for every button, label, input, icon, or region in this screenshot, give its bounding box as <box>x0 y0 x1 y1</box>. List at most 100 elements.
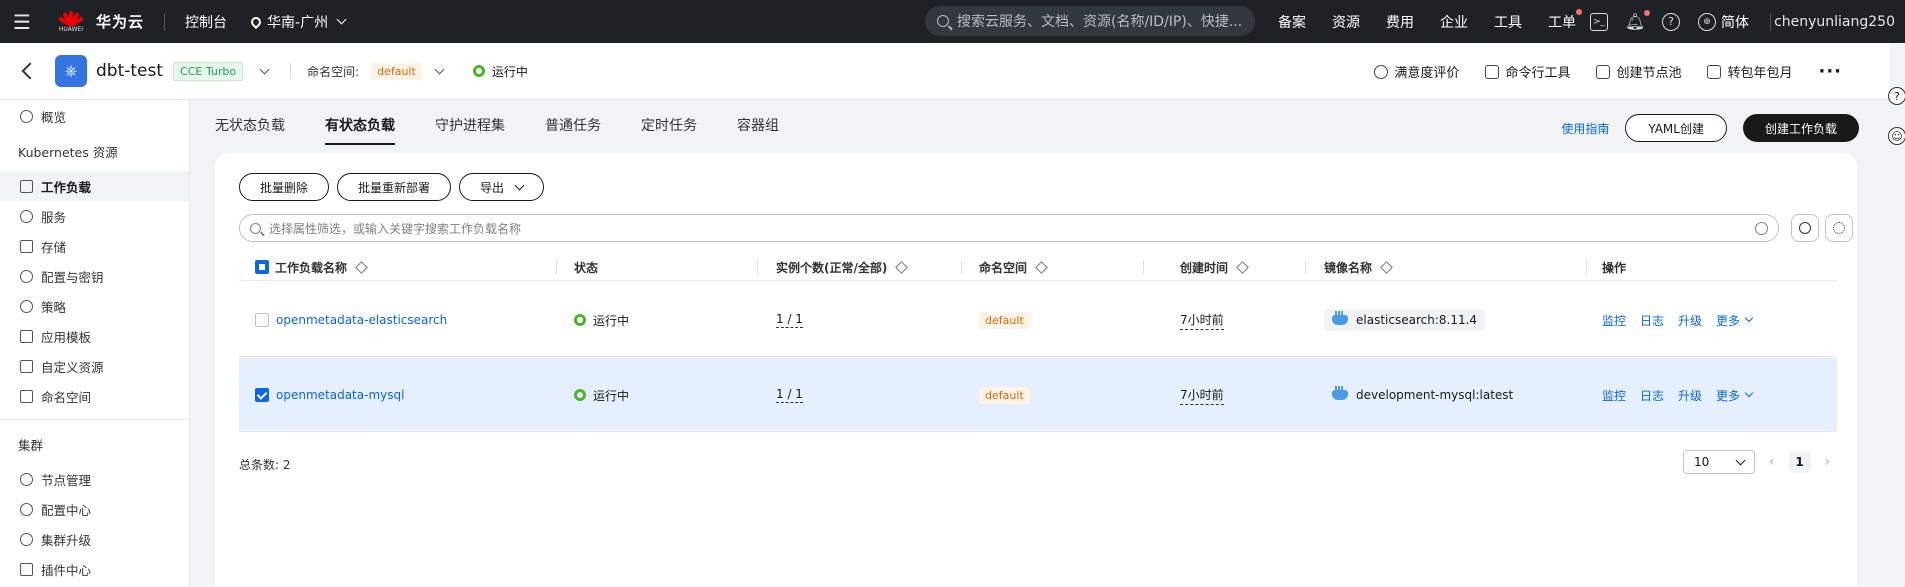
select-all-checkbox[interactable] <box>255 260 269 274</box>
refresh-button[interactable] <box>1791 214 1819 242</box>
upgrade-link[interactable]: 升级 <box>1678 387 1702 404</box>
sidebar-item-nodes[interactable]: 节点管理 <box>0 464 189 494</box>
tab-statefulsets[interactable]: 有状态负载 <box>325 100 395 145</box>
chevron-down-icon <box>336 14 347 25</box>
running-status-icon <box>574 314 586 326</box>
instances-cell: 1 / 1 <box>776 312 803 328</box>
help-icon[interactable]: ? <box>1888 87 1905 105</box>
filter-icon[interactable] <box>355 260 368 274</box>
workload-name-link[interactable]: openmetadata-mysql <box>276 388 404 402</box>
nav-billing[interactable]: 费用 <box>1386 12 1414 32</box>
node-icon <box>20 472 33 486</box>
monitor-link[interactable]: 监控 <box>1602 387 1626 404</box>
sidebar-item-storage[interactable]: 存储 <box>0 231 189 261</box>
tab-daemonsets[interactable]: 守护进程集 <box>435 100 505 145</box>
namespace-chevron-icon[interactable] <box>434 64 445 74</box>
console-link[interactable]: 控制台 <box>185 12 227 32</box>
settings-icon <box>20 502 33 516</box>
column-settings-button[interactable] <box>1825 214 1853 242</box>
workload-icon <box>20 179 33 193</box>
total-count: 总条数: 2 <box>239 458 291 472</box>
header-instances: 实例个数(正常/全部) <box>776 253 909 281</box>
sidebar-item-workloads[interactable]: 工作负载 <box>0 171 189 201</box>
current-page[interactable]: 1 <box>1788 451 1811 473</box>
workload-list-card: 批量删除 批量重新部署 导出 选择属性筛选，或输入关键字搜索工作负载名称 工作负… <box>215 153 1857 587</box>
bell-icon[interactable]: 🔔︎ <box>1625 9 1650 31</box>
sidebar-group-cluster: 集群 <box>18 437 44 453</box>
cli-tools-button[interactable]: 命令行工具 <box>1485 62 1570 81</box>
sidebar-item-addons[interactable]: 插件中心 <box>0 554 189 584</box>
top-navbar: ☰ HUAWEI 华为云 控制台 华南-广州 搜索云服务、文档、资源(名称/ID… <box>0 0 1905 43</box>
tab-cronjobs[interactable]: 定时任务 <box>641 100 697 145</box>
huawei-cloud-logo[interactable]: HUAWEI 华为云 <box>56 7 144 37</box>
search-icon <box>250 222 261 234</box>
tab-pods[interactable]: 容器组 <box>737 100 779 145</box>
batch-delete-button[interactable]: 批量删除 <box>239 173 330 201</box>
logs-link[interactable]: 日志 <box>1640 387 1664 404</box>
sidebar-item-services[interactable]: 服务 <box>0 201 189 231</box>
nav-resources[interactable]: 资源 <box>1332 12 1360 32</box>
cluster-switch-chevron-icon[interactable] <box>259 64 270 74</box>
monitor-link[interactable]: 监控 <box>1602 312 1626 329</box>
cluster-name: dbt-test <box>96 61 164 81</box>
nav-tickets[interactable]: 工单 <box>1548 8 1582 32</box>
filter-icon[interactable] <box>1035 260 1048 274</box>
search-filter-input[interactable]: 选择属性筛选，或输入关键字搜索工作负载名称 <box>239 214 1779 242</box>
header-operations: 操作 <box>1602 260 1627 275</box>
convert-subscription-button[interactable]: 转包年包月 <box>1707 62 1792 81</box>
region-selector[interactable]: 华南-广州 <box>248 12 347 32</box>
nav-filing[interactable]: 备案 <box>1278 12 1306 32</box>
back-arrow-icon[interactable] <box>21 62 39 80</box>
region-label: 华南-广州 <box>267 14 329 31</box>
gear-icon <box>1833 222 1845 234</box>
sidebar-item-config-center[interactable]: 配置中心 <box>0 494 189 524</box>
user-guide-link[interactable]: 使用指南 <box>1561 120 1609 137</box>
more-dropdown[interactable]: 更多 <box>1716 312 1754 329</box>
feedback-smile-icon[interactable]: ☺ <box>1888 127 1905 145</box>
filter-icon[interactable] <box>895 260 909 274</box>
next-page-icon[interactable]: › <box>1825 454 1831 470</box>
more-dropdown[interactable]: 更多 <box>1716 387 1754 404</box>
menu-icon[interactable]: ☰ <box>0 0 44 43</box>
row-checkbox[interactable] <box>255 313 269 327</box>
global-search-input[interactable]: 搜索云服务、文档、资源(名称/ID/IP)、快捷... <box>925 6 1255 36</box>
sort-icon[interactable] <box>1236 260 1249 274</box>
sidebar-item-policies[interactable]: 策略 <box>0 291 189 321</box>
filter-settings-icon[interactable] <box>1755 222 1768 235</box>
header-image: 镜像名称 <box>1324 253 1393 281</box>
help-icon[interactable]: ? <box>1662 12 1680 31</box>
terminal-icon <box>1485 64 1500 79</box>
logs-link[interactable]: 日志 <box>1640 312 1664 329</box>
sidebar-item-configs-secrets[interactable]: 配置与密钥 <box>0 261 189 291</box>
tab-jobs[interactable]: 普通任务 <box>545 100 601 145</box>
export-dropdown[interactable]: 导出 <box>459 173 545 201</box>
prev-page-icon[interactable]: ‹ <box>1769 454 1775 470</box>
layers-icon <box>20 359 33 373</box>
sidebar-item-templates[interactable]: 应用模板 <box>0 321 189 351</box>
user-menu[interactable]: chenyunliang250 <box>1774 0 1895 43</box>
row-checkbox[interactable] <box>255 388 269 402</box>
nav-enterprise[interactable]: 企业 <box>1440 12 1468 32</box>
filter-icon[interactable] <box>1380 260 1393 274</box>
nav-tools[interactable]: 工具 <box>1494 12 1522 32</box>
language-selector[interactable]: ⊕ 简体 <box>1698 12 1749 32</box>
sidebar-item-cluster-upgrade[interactable]: 集群升级 <box>0 524 189 554</box>
tab-deployments[interactable]: 无状态负载 <box>215 100 285 145</box>
sidebar-item-overview[interactable]: 概览 <box>0 101 189 131</box>
sidebar-item-namespaces[interactable]: 命名空间 <box>0 381 189 411</box>
more-actions-button[interactable]: ··· <box>1818 61 1842 82</box>
header-created: 创建时间 <box>1180 253 1249 281</box>
create-workload-button[interactable]: 创建工作负载 <box>1742 114 1859 142</box>
upgrade-link[interactable]: 升级 <box>1678 312 1702 329</box>
batch-redeploy-button[interactable]: 批量重新部署 <box>337 173 452 201</box>
workload-name-link[interactable]: openmetadata-elasticsearch <box>276 313 447 327</box>
yaml-create-button[interactable]: YAML创建 <box>1625 114 1727 142</box>
sidebar-item-custom-resources[interactable]: 自定义资源 <box>0 351 189 381</box>
brand-name: 华为云 <box>96 13 145 31</box>
cce-cluster-icon: ⎈ <box>55 55 87 87</box>
create-nodepool-button[interactable]: 创建节点池 <box>1596 62 1681 81</box>
satisfaction-survey-button[interactable]: 满意度评价 <box>1374 62 1459 81</box>
page-size-select[interactable]: 10 <box>1683 450 1755 474</box>
right-edge-toolbar: ? ☺ <box>1888 87 1905 167</box>
terminal-icon[interactable]: >_ <box>1590 12 1608 31</box>
